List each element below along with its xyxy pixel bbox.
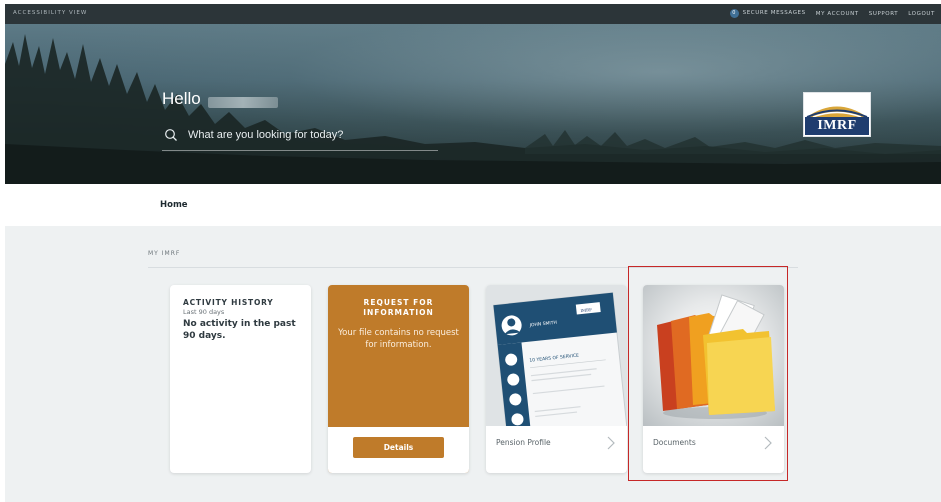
activity-message: No activity in the past 90 days. xyxy=(183,319,296,341)
secure-messages-link[interactable]: 0 SECURE MESSAGES xyxy=(729,9,806,18)
logout-link[interactable]: LOGOUT xyxy=(908,11,935,17)
pension-profile-card[interactable]: JOHN SMITH IMRF 10 YEARS OF SERVICE Pens… xyxy=(486,285,627,473)
details-button[interactable]: Details xyxy=(353,437,444,458)
message-count-badge: 0 xyxy=(729,9,739,18)
secure-messages-label: SECURE MESSAGES xyxy=(742,10,806,16)
breadcrumb-home[interactable]: Home xyxy=(160,200,188,210)
pension-card-footer: Pension Profile xyxy=(486,426,627,473)
top-bar: ACCESSIBILITY VIEW 0 SECURE MESSAGES MY A… xyxy=(5,4,941,24)
breadcrumb: Home xyxy=(5,184,941,226)
forest-silhouette xyxy=(5,34,941,184)
search-box[interactable]: What are you looking for today? xyxy=(162,122,438,151)
documents-highlight-box xyxy=(628,266,788,481)
greeting-text: Hello xyxy=(162,89,201,108)
accessibility-view-link[interactable]: ACCESSIBILITY VIEW xyxy=(13,10,87,16)
activity-title: ACTIVITY HISTORY xyxy=(183,298,274,307)
request-card-footer: Details xyxy=(328,427,469,473)
my-account-link[interactable]: MY ACCOUNT xyxy=(816,11,859,17)
pension-card-graphic: JOHN SMITH IMRF 10 YEARS OF SERVICE xyxy=(492,292,627,426)
search-icon xyxy=(165,129,177,141)
hero-banner: Hello What are you looking for today? IM… xyxy=(5,24,941,184)
imrf-logo[interactable]: IMRF xyxy=(803,92,871,137)
request-message: Your file contains no request for inform… xyxy=(338,328,459,350)
section-title: MY IMRF xyxy=(148,250,181,257)
dashboard-content: MY IMRF ACTIVITY HISTORY Last 90 days No… xyxy=(5,226,941,502)
redacted-username xyxy=(208,97,278,108)
search-placeholder: What are you looking for today? xyxy=(188,129,344,141)
activity-subtitle: Last 90 days xyxy=(183,308,225,316)
request-title: REQUEST FOR INFORMATION xyxy=(363,298,434,317)
chevron-right-icon xyxy=(607,436,615,450)
request-info-card: REQUEST FOR INFORMATION Your file contai… xyxy=(328,285,469,473)
logo-sun-graphic xyxy=(805,94,869,118)
app-frame: ACCESSIBILITY VIEW 0 SECURE MESSAGES MY A… xyxy=(5,4,941,502)
top-nav: 0 SECURE MESSAGES MY ACCOUNT SUPPORT LOGO… xyxy=(729,9,935,18)
pension-profile-image: JOHN SMITH IMRF 10 YEARS OF SERVICE xyxy=(486,285,627,426)
logo-wordmark: IMRF xyxy=(805,117,869,135)
support-link[interactable]: SUPPORT xyxy=(869,11,898,17)
pension-profile-label: Pension Profile xyxy=(496,438,551,447)
activity-history-card[interactable]: ACTIVITY HISTORY Last 90 days No activit… xyxy=(170,285,311,473)
